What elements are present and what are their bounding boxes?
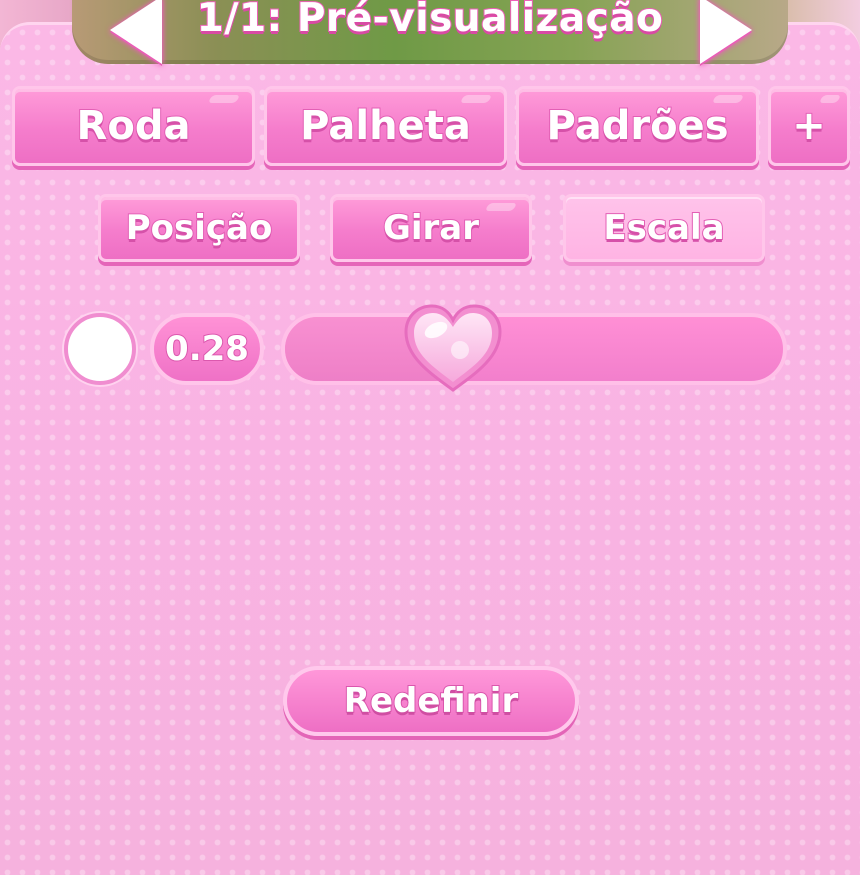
- reset-label: Redefinir: [343, 680, 519, 722]
- tab-padroes[interactable]: Padrões: [516, 86, 759, 166]
- scale-value[interactable]: 0.28: [150, 313, 264, 385]
- subtab-escala[interactable]: Escala: [563, 194, 765, 262]
- scale-value-text: 0.28: [164, 328, 250, 370]
- title-banner: 1/1: Pré-visualização: [72, 0, 788, 64]
- plus-icon: +: [791, 102, 826, 150]
- scale-slider-track[interactable]: [281, 313, 787, 385]
- subtab-posicao[interactable]: Posição: [98, 194, 300, 262]
- reset-button[interactable]: Redefinir: [283, 666, 579, 736]
- subtab-label: Escala: [602, 207, 725, 249]
- tab-palheta[interactable]: Palheta: [264, 86, 507, 166]
- tab-add-button[interactable]: +: [768, 86, 850, 166]
- arrow-left-icon[interactable]: [110, 0, 162, 64]
- subtab-label: Posição: [125, 207, 274, 249]
- heart-icon[interactable]: [398, 298, 508, 398]
- subtab-girar[interactable]: Girar: [330, 194, 532, 262]
- subtab-label: Girar: [382, 207, 480, 249]
- arrow-right-icon[interactable]: [700, 0, 752, 64]
- tab-label: Padrões: [545, 102, 729, 150]
- color-swatch[interactable]: [64, 313, 136, 385]
- page-title: 1/1: Pré-visualização: [196, 0, 664, 42]
- tab-label: Palheta: [299, 102, 472, 150]
- tab-label: Roda: [76, 102, 192, 150]
- tab-roda[interactable]: Roda: [12, 86, 255, 166]
